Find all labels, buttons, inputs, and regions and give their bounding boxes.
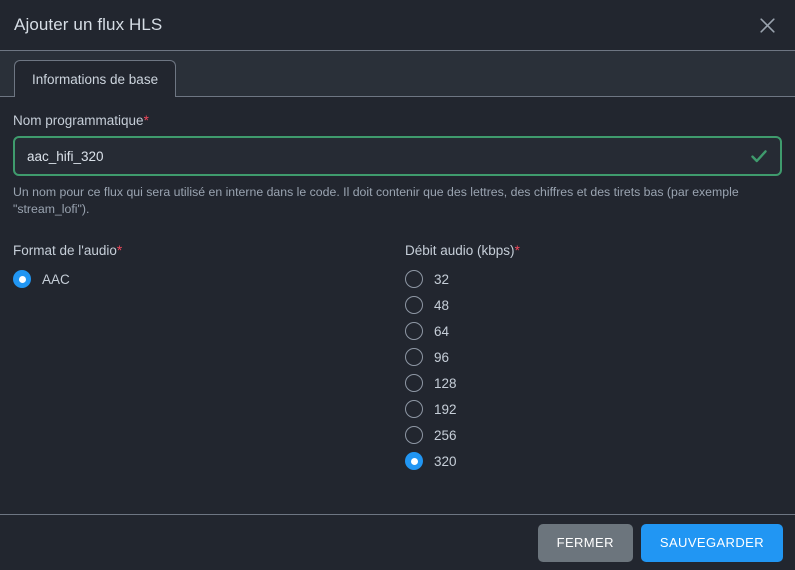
audio-format-column: Format de l'audio* AAC bbox=[13, 243, 405, 474]
dialog-header: Ajouter un flux HLS bbox=[0, 0, 795, 50]
radio-indicator-unselected[interactable] bbox=[405, 322, 423, 340]
tab-informations-de-base[interactable]: Informations de base bbox=[14, 60, 177, 97]
audio-bitrate-column: Débit audio (kbps)* 32 48 64 96 128 192 … bbox=[405, 243, 782, 474]
program-name-label-text: Nom programmatique bbox=[13, 113, 144, 128]
check-icon bbox=[749, 146, 769, 166]
radio-indicator-selected[interactable] bbox=[13, 270, 31, 288]
radio-label: 192 bbox=[434, 401, 457, 417]
dialog-body: Nom programmatique* Un nom pour ce flux … bbox=[0, 97, 795, 514]
audio-format-label: Format de l'audio* bbox=[13, 243, 405, 258]
audio-format-radio-group: AAC bbox=[13, 266, 405, 292]
radio-label: AAC bbox=[42, 271, 70, 287]
dialog-footer: FERMER SAUVEGARDER bbox=[0, 514, 795, 570]
options-columns: Format de l'audio* AAC Débit audio (kbps… bbox=[13, 243, 782, 474]
program-name-input-wrap bbox=[13, 136, 782, 176]
radio-option-192[interactable]: 192 bbox=[405, 396, 782, 422]
radio-option-128[interactable]: 128 bbox=[405, 370, 782, 396]
radio-label: 320 bbox=[434, 453, 457, 469]
program-name-help-text: Un nom pour ce flux qui sera utilisé en … bbox=[13, 185, 739, 216]
radio-option-aac[interactable]: AAC bbox=[13, 266, 405, 292]
dialog-title: Ajouter un flux HLS bbox=[14, 15, 163, 34]
radio-label: 32 bbox=[434, 271, 450, 287]
audio-bitrate-label: Débit audio (kbps)* bbox=[405, 243, 782, 258]
radio-option-48[interactable]: 48 bbox=[405, 292, 782, 318]
radio-option-96[interactable]: 96 bbox=[405, 344, 782, 370]
program-name-label: Nom programmatique* bbox=[13, 113, 782, 128]
radio-option-256[interactable]: 256 bbox=[405, 422, 782, 448]
radio-indicator-unselected[interactable] bbox=[405, 348, 423, 366]
radio-label: 128 bbox=[434, 375, 457, 391]
required-marker: * bbox=[116, 243, 123, 258]
radio-option-64[interactable]: 64 bbox=[405, 318, 782, 344]
audio-format-label-text: Format de l'audio bbox=[13, 243, 117, 258]
radio-label: 48 bbox=[434, 297, 450, 313]
required-marker: * bbox=[143, 113, 149, 128]
radio-indicator-unselected[interactable] bbox=[405, 374, 423, 392]
radio-indicator-selected[interactable] bbox=[405, 452, 423, 470]
close-icon bbox=[759, 17, 776, 34]
close-button[interactable] bbox=[752, 10, 782, 40]
radio-label: 96 bbox=[434, 349, 450, 365]
radio-label: 256 bbox=[434, 427, 457, 443]
audio-bitrate-radio-group: 32 48 64 96 128 192 256 320 bbox=[405, 266, 782, 474]
radio-indicator-unselected[interactable] bbox=[405, 270, 423, 288]
add-hls-stream-dialog: Ajouter un flux HLS Informations de base… bbox=[0, 0, 795, 570]
radio-option-32[interactable]: 32 bbox=[405, 266, 782, 292]
program-name-input[interactable] bbox=[15, 138, 780, 174]
radio-indicator-unselected[interactable] bbox=[405, 296, 423, 314]
radio-indicator-unselected[interactable] bbox=[405, 400, 423, 418]
save-button[interactable]: SAUVEGARDER bbox=[640, 523, 783, 562]
close-button-footer[interactable]: FERMER bbox=[537, 523, 633, 562]
tab-strip: Informations de base bbox=[0, 50, 795, 97]
audio-bitrate-label-text: Débit audio (kbps) bbox=[405, 243, 515, 258]
radio-label: 64 bbox=[434, 323, 450, 339]
radio-option-320[interactable]: 320 bbox=[405, 448, 782, 474]
tab-label: Informations de base bbox=[32, 71, 159, 87]
radio-indicator-unselected[interactable] bbox=[405, 426, 423, 444]
required-marker: * bbox=[514, 243, 520, 258]
